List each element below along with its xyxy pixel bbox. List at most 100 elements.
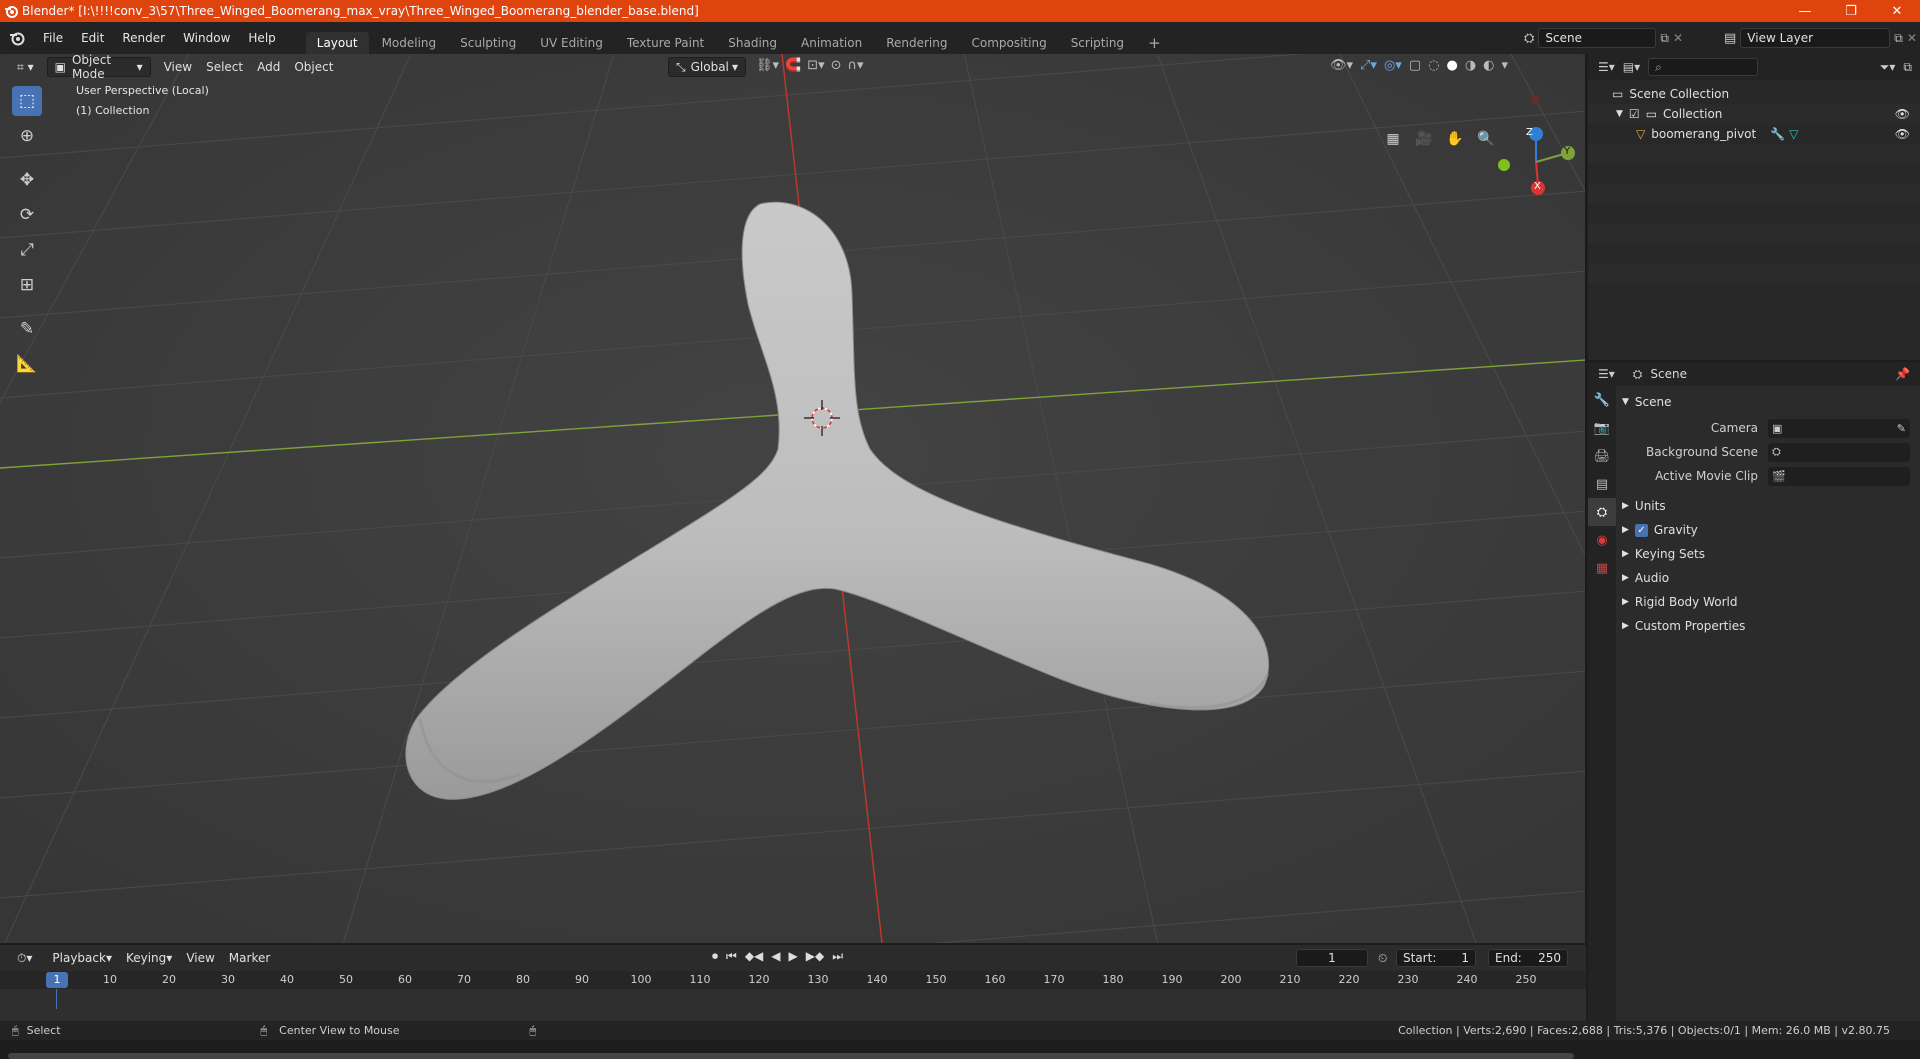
tool-tab-icon[interactable]: 🔧 — [1588, 386, 1616, 414]
preview-range-clock-icon[interactable]: ⏲ — [1378, 951, 1387, 966]
delete-view-layer-icon[interactable]: ✕ — [1907, 31, 1917, 45]
new-view-layer-icon[interactable]: ⧉ — [1894, 31, 1903, 46]
menu-window[interactable]: Window — [174, 22, 239, 54]
visibility-icon[interactable]: 👁▾ — [1330, 58, 1353, 73]
jump-end-icon[interactable]: ⏭ — [832, 949, 843, 964]
play-icon[interactable]: ▶ — [789, 949, 798, 964]
outliner-row-scene-collection[interactable]: ▭ Scene Collection — [1588, 84, 1920, 104]
gizmo-toggle-icon[interactable]: ⤢▾ — [1360, 58, 1377, 73]
prev-keyframe-icon[interactable]: ◆◀ — [745, 949, 763, 964]
snap-icon[interactable]: 🧲 — [785, 58, 801, 73]
tab-uv-editing[interactable]: UV Editing — [529, 32, 614, 54]
properties-editor-type-icon[interactable]: ☰▾ — [1598, 367, 1615, 381]
pivot-point-icon[interactable]: ⛓▾ — [756, 58, 779, 73]
view-layer-icon[interactable]: ▤ — [1724, 31, 1736, 46]
menu-add[interactable]: Add — [250, 57, 287, 77]
gravity-checkbox[interactable]: ✓ — [1634, 523, 1648, 537]
outliner-editor-type-icon[interactable]: ☰▾ — [1598, 60, 1615, 74]
rotate-tool-icon[interactable]: ⟳ — [12, 200, 42, 230]
camera-field[interactable]: ▣ ✎ — [1768, 418, 1910, 438]
checkbox-icon[interactable]: ☑ — [1629, 107, 1640, 121]
proportional-edit-icon[interactable]: ⊙ — [831, 58, 842, 73]
menu-help[interactable]: Help — [239, 22, 284, 54]
scale-tool-icon[interactable]: ⤢ — [12, 235, 42, 265]
custom-properties-panel-header[interactable]: ▶ Custom Properties — [1618, 614, 1920, 638]
overlay-toggle-icon[interactable]: ◎▾ — [1384, 58, 1402, 73]
expand-arrow-icon[interactable]: ▼ — [1616, 109, 1623, 119]
transform-tool-icon[interactable]: ⊞ — [12, 270, 42, 300]
eye-icon[interactable]: 👁 — [1895, 127, 1910, 141]
zoom-icon[interactable]: 🔍 — [1473, 126, 1499, 152]
view-layer-tab-icon[interactable]: ▤ — [1588, 470, 1616, 498]
editor-type-button[interactable]: ⌗ ▾ — [10, 57, 41, 77]
start-frame-field[interactable]: Start: 1 — [1396, 949, 1476, 967]
annotate-tool-icon[interactable]: ✎ — [12, 314, 42, 344]
rendered-shading-icon[interactable]: ◐ — [1483, 58, 1494, 73]
camera-view-icon[interactable]: 🎥 — [1411, 126, 1437, 152]
tab-modeling[interactable]: Modeling — [371, 32, 448, 54]
active-movie-clip-field[interactable]: 🎬 — [1768, 466, 1910, 486]
timeline-editor-type-icon[interactable]: ⏱▾ — [10, 948, 39, 968]
play-reverse-icon[interactable]: ◀ — [771, 949, 780, 964]
outliner-search-input[interactable]: ⌕ — [1648, 58, 1759, 76]
audio-panel-header[interactable]: ▶ Audio — [1618, 566, 1920, 590]
tab-layout[interactable]: Layout — [305, 32, 369, 54]
tab-compositing[interactable]: Compositing — [960, 32, 1057, 54]
playhead-frame-indicator[interactable]: 1 — [46, 972, 68, 988]
scene-panel-header[interactable]: ▼ Scene — [1618, 390, 1920, 414]
blender-menu-icon[interactable] — [0, 22, 34, 54]
close-button[interactable]: ✕ — [1874, 0, 1920, 22]
next-keyframe-icon[interactable]: ▶◆ — [806, 949, 824, 964]
jump-start-icon[interactable]: ⏮ — [726, 949, 737, 964]
wireframe-shading-icon[interactable]: ◌ — [1428, 58, 1439, 73]
render-tab-icon[interactable]: 📷 — [1588, 414, 1616, 442]
cursor-tool-icon[interactable]: ⊕ — [12, 121, 42, 151]
current-frame-field[interactable]: 1 — [1296, 949, 1368, 967]
3d-viewport[interactable]: Z Y X ⌗ ▾ ▣ Object Mode ▾ View Select Ad… — [0, 54, 1586, 943]
menu-keying[interactable]: Keying ▾ — [119, 948, 179, 968]
new-scene-icon[interactable]: ⧉ — [1660, 31, 1669, 46]
rigid-body-world-panel-header[interactable]: ▶ Rigid Body World — [1618, 590, 1920, 614]
solid-shading-icon[interactable]: ● — [1446, 58, 1457, 73]
tab-shading[interactable]: Shading — [717, 32, 788, 54]
output-tab-icon[interactable]: 🖨 — [1588, 442, 1616, 470]
outliner-row-collection[interactable]: ▼ ☑ ▭ Collection 👁 — [1588, 104, 1920, 124]
shading-options-icon[interactable]: ▾ — [1502, 58, 1509, 73]
timeline-ruler[interactable]: 1 10 20 30 40 50 60 70 80 90 100 110 120 130 140 150 16… — [0, 971, 1586, 989]
menu-edit[interactable]: Edit — [72, 22, 113, 54]
menu-view[interactable]: View — [157, 57, 199, 77]
display-mode-icon[interactable]: ▤▾ — [1623, 60, 1640, 74]
menu-select[interactable]: Select — [199, 57, 250, 77]
toggle-grid-view-icon[interactable]: ▦ — [1380, 126, 1406, 152]
restore-button[interactable]: ❐ — [1828, 0, 1874, 22]
menu-object[interactable]: Object — [287, 57, 340, 77]
delete-scene-icon[interactable]: ✕ — [1673, 31, 1683, 45]
tab-rendering[interactable]: Rendering — [875, 32, 958, 54]
filter-icon[interactable]: ⏷▾ — [1880, 60, 1896, 75]
scene-icon[interactable]: ⛭ — [1524, 31, 1534, 46]
world-tab-icon[interactable]: ◉ — [1588, 526, 1616, 554]
mode-selector[interactable]: ▣ Object Mode ▾ — [46, 54, 151, 81]
gravity-panel-header[interactable]: ▶ ✓ Gravity — [1618, 518, 1920, 542]
pin-icon[interactable]: 📌 — [1895, 367, 1910, 381]
measure-tool-icon[interactable]: 📐 — [12, 349, 42, 379]
snap-target-icon[interactable]: ⊡▾ — [807, 58, 824, 73]
xray-icon[interactable]: ▢ — [1409, 58, 1421, 73]
menu-render[interactable]: Render — [113, 22, 174, 54]
outliner-row-boomerang-pivot[interactable]: ▽ boomerang_pivot 🔧 ▽ 👁 — [1588, 124, 1920, 144]
move-tool-icon[interactable]: ✥ — [12, 165, 42, 195]
orientation-selector[interactable]: ⤡ Global ▾ — [668, 57, 746, 77]
material-shading-icon[interactable]: ◑ — [1465, 58, 1476, 73]
menu-marker[interactable]: Marker — [222, 948, 277, 968]
units-panel-header[interactable]: ▶ Units — [1618, 494, 1920, 518]
scene-selector[interactable]: Scene — [1538, 28, 1657, 48]
falloff-icon[interactable]: ∩▾ — [848, 58, 864, 73]
end-frame-field[interactable]: End: 250 — [1488, 949, 1568, 967]
eye-icon[interactable]: 👁 — [1895, 107, 1910, 121]
menu-playback[interactable]: Playback ▾ — [45, 948, 119, 968]
keying-sets-panel-header[interactable]: ▶ Keying Sets — [1618, 542, 1920, 566]
texture-tab-icon[interactable]: ▦ — [1588, 554, 1616, 582]
add-workspace-button[interactable]: + — [1137, 32, 1172, 54]
timeline-body[interactable] — [0, 989, 1586, 1059]
eyedropper-icon[interactable]: ✎ — [1897, 422, 1906, 435]
